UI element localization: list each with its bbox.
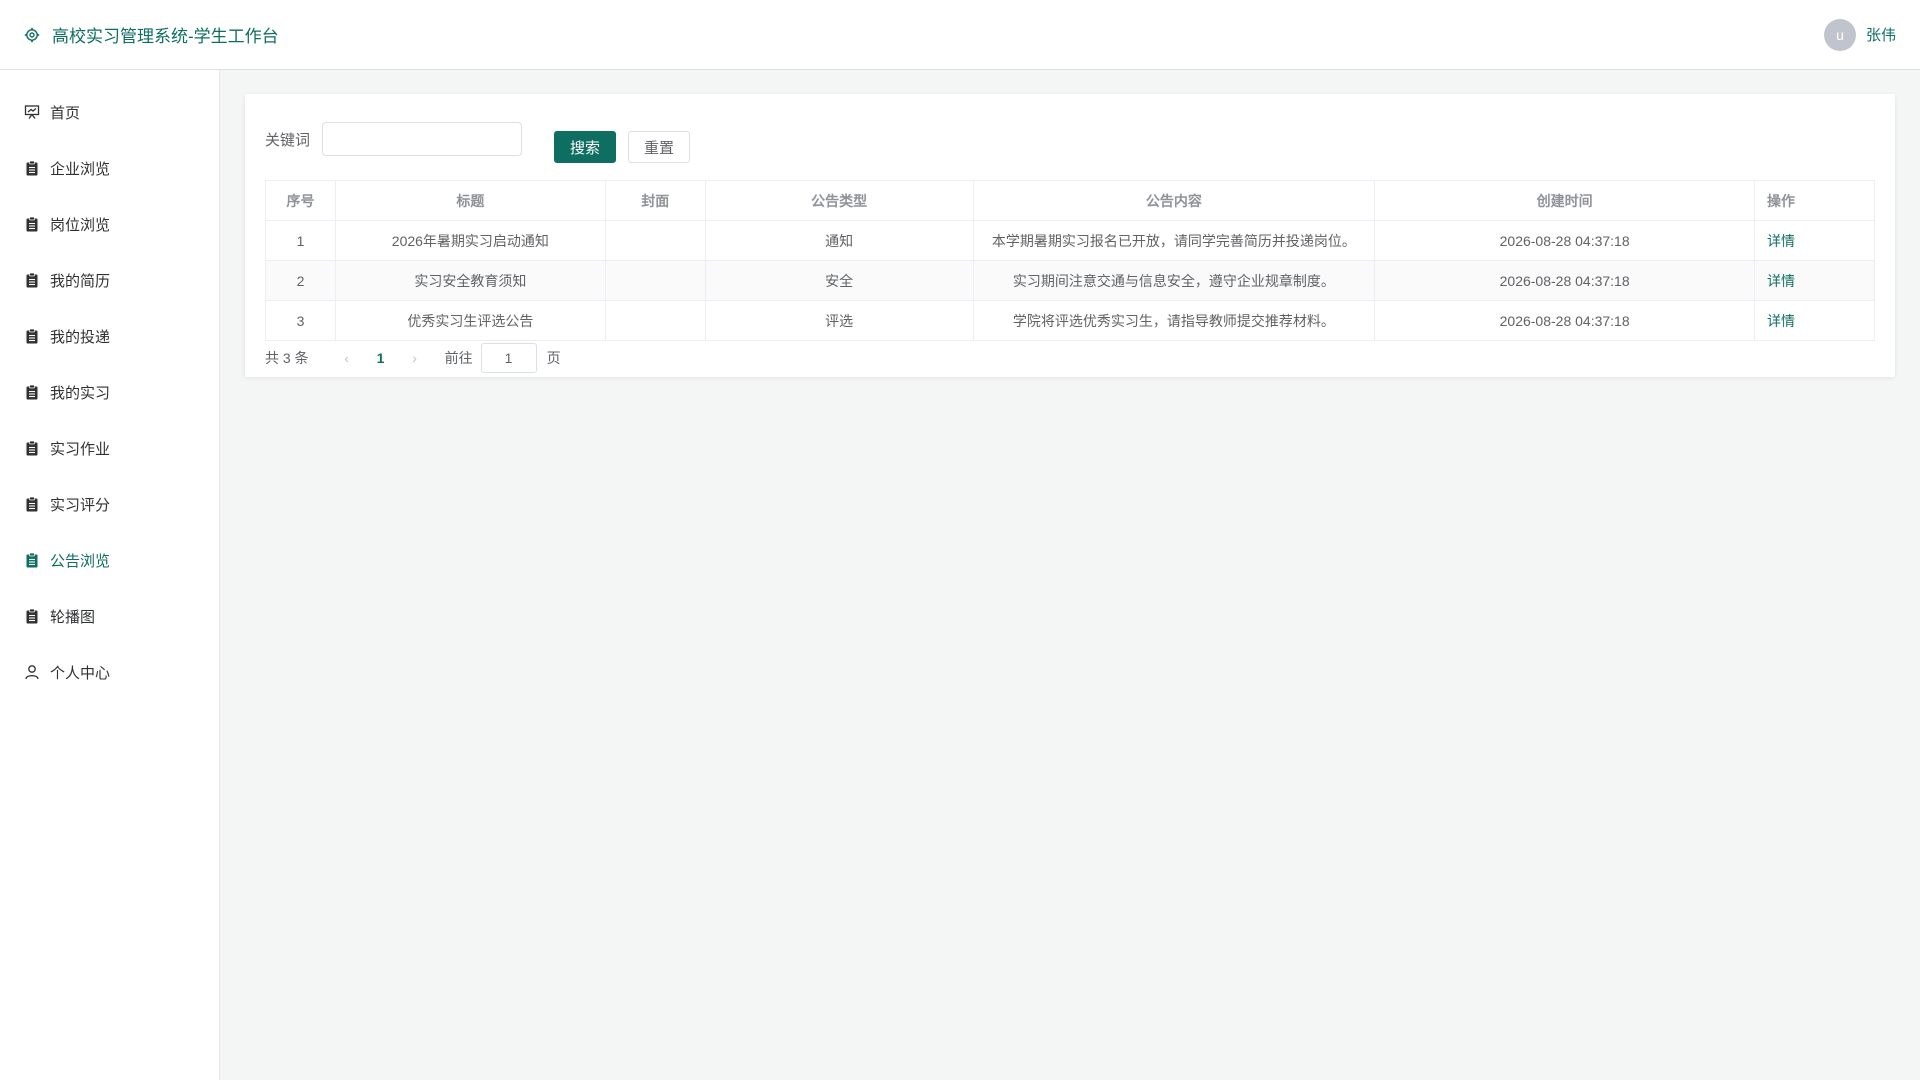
cell-title: 2026年暑期实习启动通知 [334,220,606,261]
sidebar-item-announcements[interactable]: 公告浏览 [0,532,219,588]
sidebar: 首页 企业浏览 岗位浏览 我的简历 我的投递 我的实习 实习作业 实习评分 公告… [0,70,220,1080]
clipboard-icon [24,328,40,344]
user-icon [24,664,40,680]
cell-cover [604,300,706,341]
goto-label: 前往 [444,350,473,366]
detail-link[interactable]: 详情 [1767,273,1795,289]
cell-type: 通知 [704,220,974,261]
sidebar-item-positions[interactable]: 岗位浏览 [0,196,219,252]
column-header: 公告类型 [704,180,974,221]
sidebar-item-label: 个人中心 [50,664,111,682]
cell-content: 本学期暑期实习报名已开放，请同学完善简历并投递岗位。 [972,220,1376,261]
cell-index: 3 [265,300,336,341]
announcement-card: 关键词 搜索 重置 序号 标题 封面 公告类型 公告内容 创建时间 操作 1 2… [245,94,1895,377]
table-header-row: 序号 标题 封面 公告类型 公告内容 创建时间 操作 [265,180,1875,221]
sidebar-item-companies[interactable]: 企业浏览 [0,140,219,196]
clipboard-icon [24,216,40,232]
clipboard-icon [24,384,40,400]
sidebar-item-label: 公告浏览 [50,552,111,570]
sidebar-item-resume[interactable]: 我的简历 [0,252,219,308]
prev-page-icon[interactable]: ‹ [333,350,361,366]
cell-title: 优秀实习生评选公告 [334,300,606,341]
sidebar-item-grades[interactable]: 实习评分 [0,476,219,532]
reset-button[interactable]: 重置 [628,131,691,163]
page-unit-label: 页 [546,350,561,366]
goto-page-input[interactable] [480,343,537,373]
cell-type: 安全 [704,260,974,301]
column-header: 序号 [265,180,336,221]
keyword-input[interactable] [322,122,523,156]
column-header: 创建时间 [1374,180,1756,221]
sidebar-item-label: 轮播图 [50,608,96,626]
sidebar-item-label: 实习作业 [50,440,111,458]
clipboard-icon [24,440,40,456]
cell-content: 学院将评选优秀实习生，请指导教师提交推荐材料。 [972,300,1376,341]
app-title: 高校实习管理系统-学生工作台 [52,27,279,46]
pagination: 共 3 条 ‹ 1 › 前往 页 [265,341,1875,375]
cell-index: 1 [265,220,336,261]
sidebar-item-home[interactable]: 首页 [0,84,219,140]
user-name[interactable]: 张伟 [1866,24,1896,45]
brand: 高校实习管理系统-学生工作台 [24,22,279,47]
clipboard-icon [24,272,40,288]
sidebar-item-label: 实习评分 [50,496,111,514]
cell-cover [604,260,706,301]
sidebar-item-label: 我的投递 [50,328,111,346]
keyword-label: 关键词 [265,131,311,149]
sidebar-item-label: 企业浏览 [50,160,111,178]
sidebar-item-label: 首页 [50,104,81,122]
clipboard-icon [24,496,40,512]
gear-icon [24,27,40,43]
table-row: 3 优秀实习生评选公告 评选 学院将评选优秀实习生，请指导教师提交推荐材料。 2… [265,300,1875,341]
cell-created: 2026-08-28 04:37:18 [1374,300,1756,341]
column-header: 公告内容 [972,180,1376,221]
search-bar: 关键词 搜索 重置 [265,114,1875,164]
clipboard-icon [24,160,40,176]
column-header: 封面 [604,180,706,221]
cell-type: 评选 [704,300,974,341]
column-header: 操作 [1754,180,1875,221]
sidebar-item-label: 岗位浏览 [50,216,111,234]
page-number[interactable]: 1 [361,350,401,366]
presentation-icon [24,104,40,120]
detail-link[interactable]: 详情 [1767,313,1795,329]
avatar[interactable]: u [1823,18,1856,51]
column-header: 标题 [334,180,606,221]
cell-action: 详情 [1754,300,1875,341]
detail-link[interactable]: 详情 [1767,233,1795,249]
sidebar-item-applications[interactable]: 我的投递 [0,308,219,364]
clipboard-icon [24,552,40,568]
cell-cover [604,220,706,261]
sidebar-item-label: 我的实习 [50,384,111,402]
next-page-icon[interactable]: › [401,350,429,366]
cell-action: 详情 [1754,260,1875,301]
clipboard-icon [24,608,40,624]
cell-created: 2026-08-28 04:37:18 [1374,260,1756,301]
cell-title: 实习安全教育须知 [334,260,606,301]
search-button[interactable]: 搜索 [554,131,617,163]
user-menu[interactable]: u 张伟 [1823,18,1896,51]
top-header: 高校实习管理系统-学生工作台 u 张伟 [0,0,1920,70]
cell-action: 详情 [1754,220,1875,261]
sidebar-item-profile[interactable]: 个人中心 [0,644,219,700]
cell-created: 2026-08-28 04:37:18 [1374,220,1756,261]
cell-index: 2 [265,260,336,301]
cell-content: 实习期间注意交通与信息安全，遵守企业规章制度。 [972,260,1376,301]
sidebar-item-internship[interactable]: 我的实习 [0,364,219,420]
table-row: 2 实习安全教育须知 安全 实习期间注意交通与信息安全，遵守企业规章制度。 20… [265,260,1875,301]
sidebar-item-assignments[interactable]: 实习作业 [0,420,219,476]
announcement-table: 序号 标题 封面 公告类型 公告内容 创建时间 操作 1 2026年暑期实习启动… [265,180,1875,341]
sidebar-item-label: 我的简历 [50,272,111,290]
table-row: 1 2026年暑期实习启动通知 通知 本学期暑期实习报名已开放，请同学完善简历并… [265,220,1875,261]
sidebar-item-carousel[interactable]: 轮播图 [0,588,219,644]
total-count: 共 3 条 [265,350,309,366]
